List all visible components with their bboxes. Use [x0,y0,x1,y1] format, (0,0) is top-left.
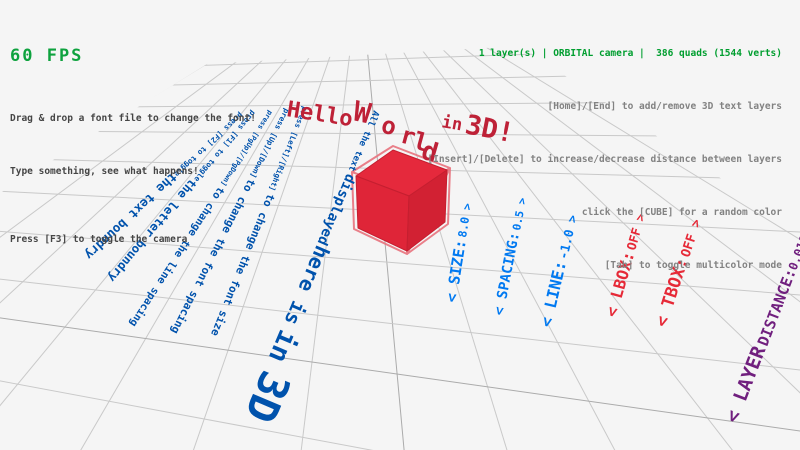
svg-text:in: in [262,325,303,367]
render-stats: 1 layer(s) | ORBITAL camera | 386 quads … [427,46,782,61]
hint-type: Type something, see what happens! [10,164,256,179]
hint-cube-color: click the [CUBE] for a random color [427,205,782,220]
hint-drag-drop: Drag & drop a font file to change the fo… [10,111,256,126]
hint-multicolor: [Tab] to toggle multicolor mode [427,258,782,273]
ground-info-text: All the text displayed here is in 3D [235,109,380,430]
hud-top-right: 1 layer(s) | ORBITAL camera | 386 quads … [427,8,782,292]
hint-layer-distance: [Insert]/[Delete] to increase/decrease d… [427,152,782,167]
hud-top-left: 60 FPS Drag & drop a font file to change… [10,8,256,266]
fps-counter: 60 FPS [10,46,256,66]
svg-text:o: o [379,111,400,142]
svg-text:3D: 3D [235,364,300,430]
param-layer-head: < LAYER [721,343,770,426]
hint-layers: [Home]/[End] to add/remove 3D text layer… [427,99,782,114]
hint-camera-toggle: Press [F3] to toggle the camera [10,232,256,247]
param-layer-value: 0.010 > [786,220,800,272]
